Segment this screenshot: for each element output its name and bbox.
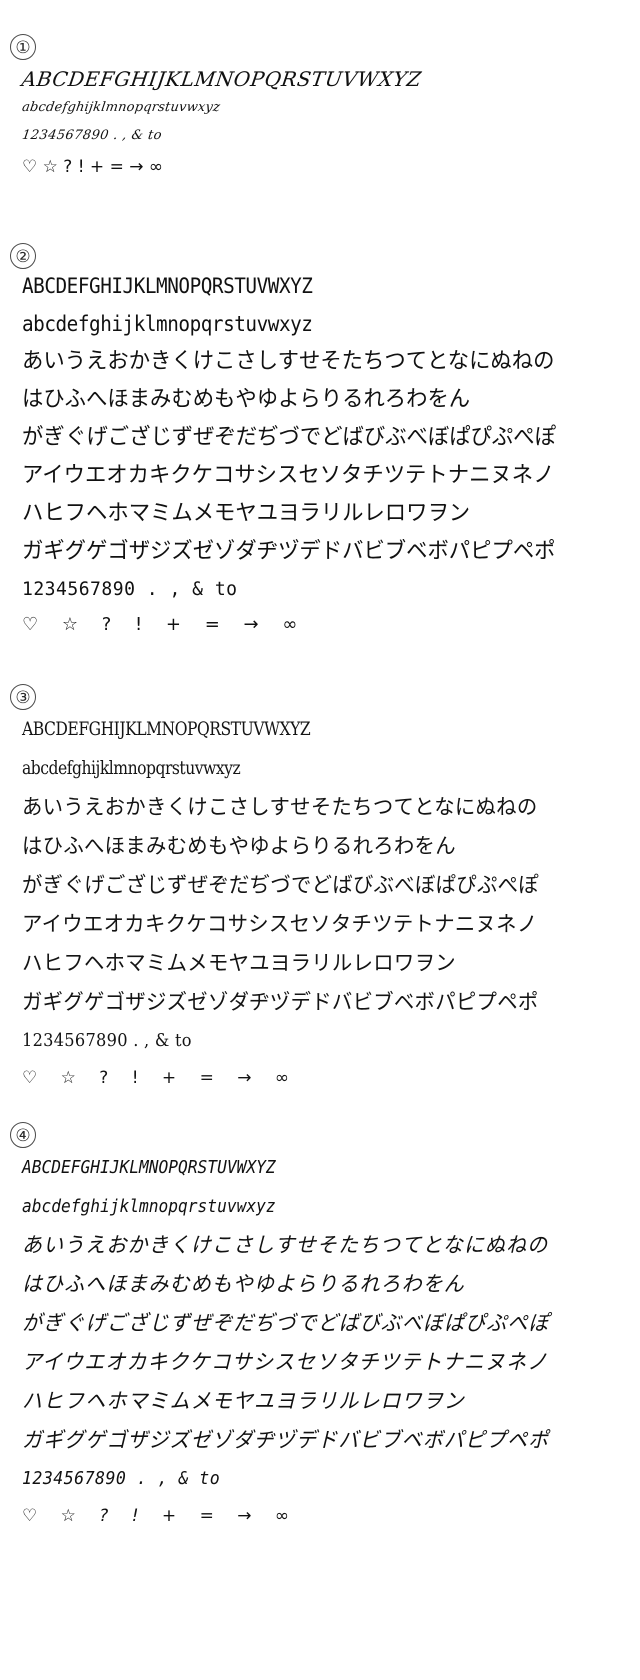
row-katakana-1: アイウエオカキクケコサシスセソタチツテトナニヌネノ [22, 912, 538, 936]
row-hiragana-1: あいうえおかきくけこさしすせそたちつてとなにぬねの [22, 1233, 549, 1257]
section-number-1: ① [10, 34, 36, 60]
row-hiragana-dakuten: がぎぐげござじずぜぞだぢづでどばびぶべぼぱぴぷぺぽ [22, 425, 556, 450]
row-katakana-dakuten: ガギグゲゴザジズゼゾダヂヅデドバビブベボパピプペポ [22, 539, 556, 564]
specimen-rows-1: ABCDEFGHIJKLMNOPQRSTUVWXYZ abcdefghijklm… [20, 64, 634, 184]
row-katakana-2: ハヒフヘホマミムメモヤユヨラリルレロワヲン [22, 501, 471, 526]
section-number-2: ② [10, 243, 36, 269]
row-hiragana-dakuten: がぎぐげござじずぜぞだぢづでどばびぶべぼぱぴぷぺぽ [22, 1311, 550, 1335]
row-katakana-dakuten: ガギグゲゴザジズゼゾダヂヅデドバビブベボパピプペポ [22, 990, 539, 1014]
row-symbols: ♡ ☆ ? ! + = → ∞ [22, 157, 164, 177]
row-katakana-2: ハヒフヘホマミムメモヤユヨラリルレロワヲン [22, 1389, 465, 1413]
row-numerals: 1234567890 . , & to [22, 1468, 221, 1489]
row-numerals: 1234567890 . , & to [21, 128, 163, 143]
section-number-4: ④ [10, 1122, 36, 1148]
row-numerals: 1234567890 . , & to [22, 1030, 192, 1051]
row-katakana-2: ハヒフヘホマミムメモヤユヨラリルレロワヲン [22, 951, 456, 975]
row-lowercase: abcdefghijklmnopqrstuvwxyz [22, 312, 313, 336]
specimen-rows-3: ABCDEFGHIJKLMNOPQRSTUVWXYZ abcdefghijklm… [22, 710, 634, 1096]
row-uppercase: ABCDEFGHIJKLMNOPQRSTUVWXYZ [22, 718, 311, 740]
row-katakana-1: アイウエオカキクケコサシスセソタチツテトナニヌネノ [22, 463, 555, 488]
font-specimen-sheet: ① ABCDEFGHIJKLMNOPQRSTUVWXYZ abcdefghijk… [0, 0, 640, 1680]
row-hiragana-2: はひふへほまみむめもやゆよらりるれろわをん [22, 834, 456, 858]
row-hiragana-1: あいうえおかきくけこさしすせそたちつてとなにぬねの [22, 795, 538, 819]
row-katakana-1: アイウエオカキクケコサシスセソタチツテトナニヌネノ [22, 1350, 549, 1374]
specimen-rows-4: ABCDEFGHIJKLMNOPQRSTUVWXYZ abcdefghijklm… [22, 1148, 634, 1534]
row-hiragana-2: はひふへほまみむめもやゆよらりるれろわをん [22, 387, 471, 412]
row-katakana-dakuten: ガギグゲゴザジズゼゾダヂヅデドバビブベボパピプペポ [22, 1428, 550, 1452]
row-lowercase: abcdefghijklmnopqrstuvwxyz [22, 757, 241, 779]
section-number-3: ③ [10, 684, 36, 710]
row-uppercase: ABCDEFGHIJKLMNOPQRSTUVWXYZ [20, 67, 424, 91]
row-symbols: ♡ ☆ ? ! + = → ∞ [22, 1506, 299, 1526]
row-uppercase: ABCDEFGHIJKLMNOPQRSTUVWXYZ [22, 1157, 276, 1178]
row-symbols: ♡ ☆ ? ! + = → ∞ [22, 1068, 299, 1088]
row-hiragana-dakuten: がぎぐげござじずぜぞだぢづでどばびぶべぼぱぴぷぺぽ [22, 873, 539, 897]
row-uppercase: ABCDEFGHIJKLMNOPQRSTUVWXYZ [22, 274, 313, 298]
row-symbols: ♡ ☆ ? ! + = → ∞ [22, 614, 307, 635]
specimen-rows-2: ABCDEFGHIJKLMNOPQRSTUVWXYZ abcdefghijklm… [22, 267, 634, 643]
row-hiragana-1: あいうえおかきくけこさしすせそたちつてとなにぬねの [22, 349, 555, 374]
row-numerals: 1234567890 . , & to [22, 578, 238, 600]
row-lowercase: abcdefghijklmnopqrstuvwxyz [21, 100, 222, 115]
row-lowercase: abcdefghijklmnopqrstuvwxyz [22, 1196, 276, 1217]
row-hiragana-2: はひふへほまみむめもやゆよらりるれろわをん [22, 1272, 465, 1296]
